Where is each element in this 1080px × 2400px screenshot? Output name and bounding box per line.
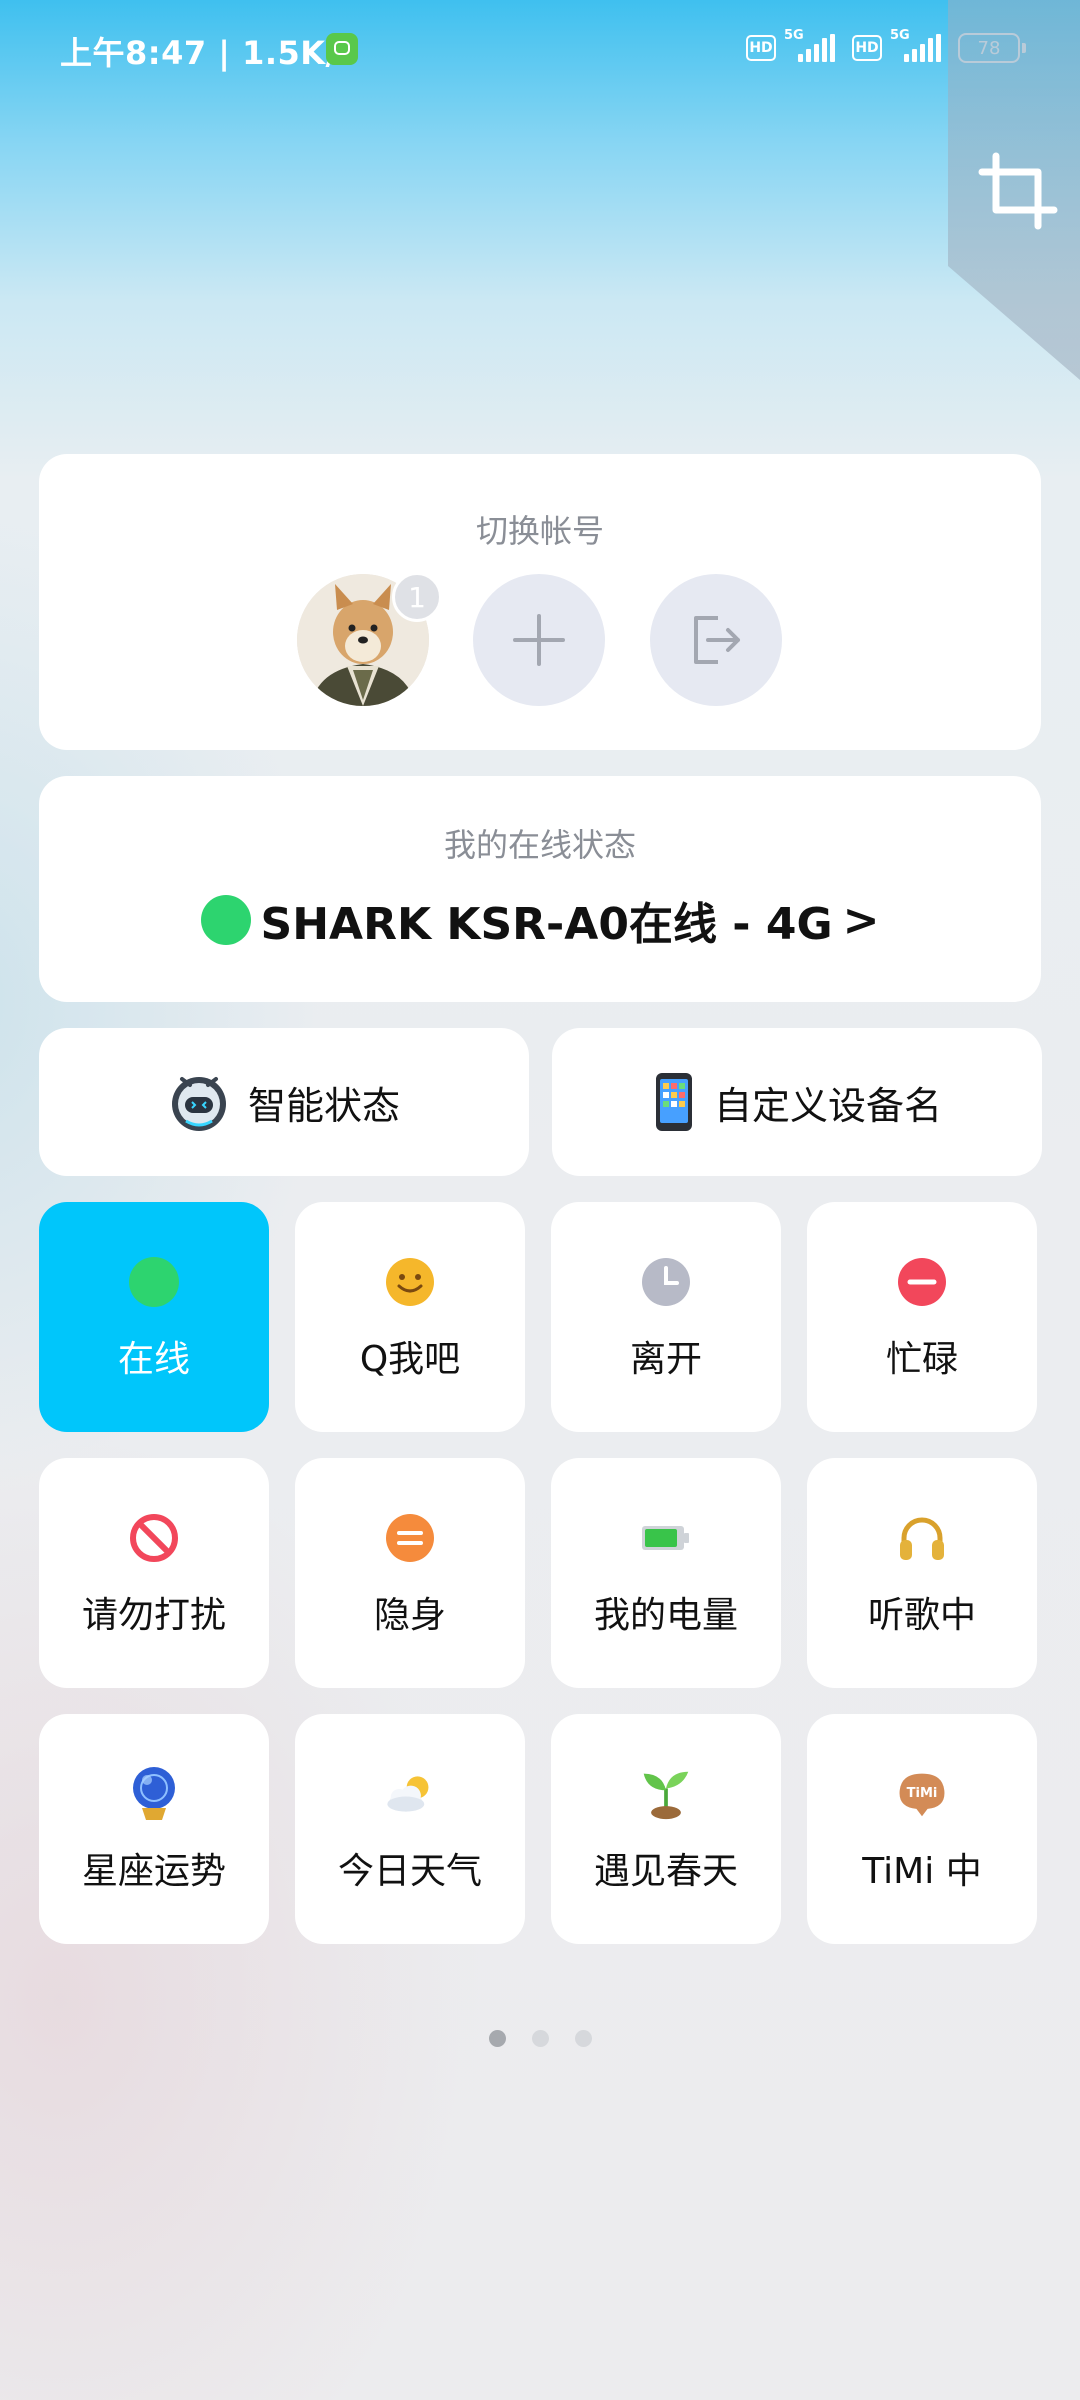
minus-circle-icon bbox=[898, 1258, 946, 1306]
status-tile-dnd[interactable]: 请勿打扰 bbox=[39, 1458, 269, 1688]
status-time-speed: 上午8:47 | 1.5K/s bbox=[60, 34, 358, 72]
status-tile-invisible[interactable]: 隐身 bbox=[295, 1458, 525, 1688]
online-dot-icon bbox=[200, 895, 251, 945]
account-count-badge: 1 bbox=[392, 572, 442, 622]
battery-level-icon bbox=[642, 1526, 689, 1550]
hd-icon-2: HD bbox=[852, 35, 882, 61]
crystal-ball-icon bbox=[133, 1767, 175, 1820]
hd-icon: HD bbox=[746, 35, 776, 61]
status-tile-label: 今日天气 bbox=[337, 1851, 482, 1892]
svg-text:TiMi: TiMi bbox=[907, 1786, 938, 1801]
page-indicator bbox=[0, 2030, 1080, 2047]
weather-icon bbox=[387, 1776, 429, 1812]
switch-account-title: 切换帐号 bbox=[475, 512, 604, 550]
status-tile-label: 忙碌 bbox=[885, 1339, 958, 1380]
crop-icon[interactable] bbox=[978, 152, 1058, 232]
status-tile-label: 在线 bbox=[117, 1339, 190, 1380]
page-dot-2[interactable] bbox=[531, 2030, 549, 2047]
page-dot-1[interactable] bbox=[488, 2030, 506, 2047]
chevron-right-icon: > bbox=[842, 894, 880, 946]
status-tile-weather[interactable]: 今日天气 bbox=[295, 1714, 525, 1944]
status-tile-label: 离开 bbox=[629, 1339, 702, 1380]
sprout-icon bbox=[643, 1771, 689, 1820]
phone-icon bbox=[655, 1073, 692, 1131]
status-tile-label: 请勿打扰 bbox=[81, 1595, 226, 1636]
status-tile-q-me[interactable]: Q我吧 bbox=[295, 1202, 525, 1432]
current-status-text: SHARK KSR-A0在线 - 4G bbox=[260, 899, 833, 950]
plus-icon bbox=[513, 614, 565, 666]
custom-device-name-button[interactable]: 自定义设备名 bbox=[552, 1028, 1042, 1176]
robot-icon bbox=[171, 1077, 226, 1131]
status-tile-spring[interactable]: 遇见春天 bbox=[551, 1714, 781, 1944]
smart-status-button[interactable]: 智能状态 bbox=[39, 1028, 529, 1176]
signal-5g-icon-2: 5G bbox=[890, 28, 950, 66]
no-entry-icon bbox=[130, 1514, 178, 1562]
status-tile-listening[interactable]: 听歌中 bbox=[807, 1458, 1037, 1688]
status-tile-timi[interactable]: TiMi TiMi 中 bbox=[807, 1714, 1037, 1944]
status-tile-label: 我的电量 bbox=[593, 1595, 738, 1636]
status-tile-horoscope[interactable]: 星座运势 bbox=[39, 1714, 269, 1944]
status-tile-label: 听歌中 bbox=[867, 1595, 976, 1636]
smart-status-label: 智能状态 bbox=[247, 1083, 400, 1128]
custom-device-name-label: 自定义设备名 bbox=[713, 1083, 942, 1128]
green-dot-icon bbox=[129, 1257, 179, 1307]
status-tile-away[interactable]: 离开 bbox=[551, 1202, 781, 1432]
status-tile-battery[interactable]: 我的电量 bbox=[551, 1458, 781, 1688]
status-tile-label: TiMi 中 bbox=[862, 1851, 982, 1892]
notification-app-icon bbox=[326, 33, 358, 65]
logout-icon bbox=[694, 616, 740, 664]
equals-circle-icon bbox=[386, 1514, 434, 1562]
headphones-icon bbox=[900, 1517, 944, 1560]
online-status-title: 我的在线状态 bbox=[443, 826, 636, 864]
status-tile-label: 星座运势 bbox=[81, 1851, 226, 1892]
clock-icon bbox=[642, 1258, 690, 1306]
smiley-icon bbox=[386, 1258, 434, 1306]
status-tile-label: 隐身 bbox=[373, 1595, 446, 1636]
add-account-button[interactable] bbox=[473, 574, 605, 706]
status-tile-label: Q我吧 bbox=[359, 1339, 461, 1380]
timi-icon: TiMi bbox=[899, 1773, 945, 1817]
status-tile-online[interactable]: 在线 bbox=[39, 1202, 269, 1432]
current-status[interactable]: SHARK KSR-A0在线 - 4G > bbox=[0, 888, 1080, 952]
status-tile-label: 遇见春天 bbox=[593, 1851, 738, 1892]
logout-button[interactable] bbox=[650, 574, 782, 706]
status-tile-busy[interactable]: 忙碌 bbox=[807, 1202, 1037, 1432]
status-bar: 上午8:47 | 1.5K/s HD 5G HD 5G 78 bbox=[0, 0, 1080, 100]
page-dot-3[interactable] bbox=[574, 2030, 592, 2047]
signal-5g-icon: 5G bbox=[784, 28, 844, 66]
